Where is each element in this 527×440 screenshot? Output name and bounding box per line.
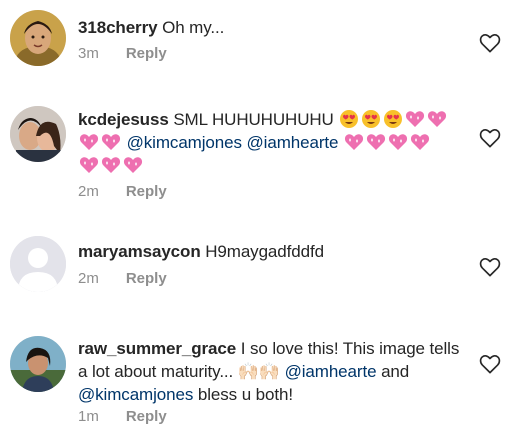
sparkling-heart-icon [410, 132, 430, 152]
username[interactable]: 318cherry [78, 18, 158, 37]
default-profile-icon [10, 236, 66, 292]
raised-hands-icon: 🙌🏻🙌🏻 [237, 362, 280, 381]
sparkling-heart-icon [405, 109, 425, 129]
sparkling-heart-icon [101, 132, 121, 152]
photo-woman-outdoor-icon [10, 336, 66, 392]
sparkling-heart-icon [123, 155, 143, 175]
avatar[interactable] [10, 106, 66, 162]
comment-3: maryamsaycon H9maygadfddfd 2m Reply [0, 218, 527, 318]
comment-body: bless u both! [197, 385, 293, 404]
timestamp: 2m [78, 183, 99, 200]
sparkling-heart-icon [344, 132, 364, 152]
comment-4: raw_summer_grace I so love this! This im… [0, 318, 527, 440]
mention-link[interactable]: @iamhearte [285, 362, 377, 381]
comment-body: Oh my... [162, 18, 225, 37]
avatar[interactable] [10, 10, 66, 66]
sparkling-heart-icon [79, 155, 99, 175]
comment-2: kcdejesuss SML HUHUHUHUHU @kimcamjones @… [0, 88, 527, 218]
reply-button[interactable]: Reply [126, 408, 167, 425]
like-heart-icon[interactable] [479, 128, 501, 148]
sparkling-heart-icon [101, 155, 121, 175]
comment-1: 318cherry Oh my... 3m Reply [0, 0, 527, 88]
username[interactable]: maryamsaycon [78, 242, 201, 261]
like-heart-icon[interactable] [479, 257, 501, 277]
comment-meta: 1m Reply [78, 408, 167, 426]
comment-meta: 2m Reply [78, 270, 167, 288]
comment-text: 318cherry Oh my... [78, 16, 463, 39]
comment-text: raw_summer_grace I so love this! This im… [78, 337, 463, 406]
sparkling-heart-icon [388, 132, 408, 152]
avatar[interactable] [10, 236, 66, 292]
reply-button[interactable]: Reply [126, 183, 167, 200]
mention-link[interactable]: @kimcamjones [127, 133, 242, 152]
timestamp: 1m [78, 408, 99, 425]
sparkling-heart-icon [427, 109, 447, 129]
timestamp: 2m [78, 270, 99, 287]
sparkling-heart-icon [79, 132, 99, 152]
comment-text: kcdejesuss SML HUHUHUHUHU @kimcamjones @… [78, 108, 463, 177]
mention-link[interactable]: @iamhearte [247, 133, 339, 152]
mention-link[interactable]: @kimcamjones [78, 385, 193, 404]
comment-meta: 3m Reply [78, 45, 167, 63]
heart-eyes-face-icon [383, 109, 403, 129]
comment-body: SML HUHUHUHUHU [173, 110, 334, 129]
reply-button[interactable]: Reply [126, 45, 167, 62]
timestamp: 3m [78, 45, 99, 62]
photo-woman-icon [10, 10, 66, 66]
comment-text: maryamsaycon H9maygadfddfd [78, 240, 463, 263]
comment-body: and [381, 362, 410, 381]
like-heart-icon[interactable] [479, 354, 501, 374]
comment-body: H9maygadfddfd [205, 242, 324, 261]
avatar[interactable] [10, 336, 66, 392]
sparkling-heart-icon [366, 132, 386, 152]
comment-meta: 2m Reply [78, 183, 167, 201]
photo-couple-icon [10, 106, 66, 162]
like-heart-icon[interactable] [479, 33, 501, 53]
heart-eyes-face-icon [339, 109, 359, 129]
username[interactable]: kcdejesuss [78, 110, 169, 129]
heart-eyes-face-icon [361, 109, 381, 129]
username[interactable]: raw_summer_grace [78, 339, 236, 358]
reply-button[interactable]: Reply [126, 270, 167, 287]
